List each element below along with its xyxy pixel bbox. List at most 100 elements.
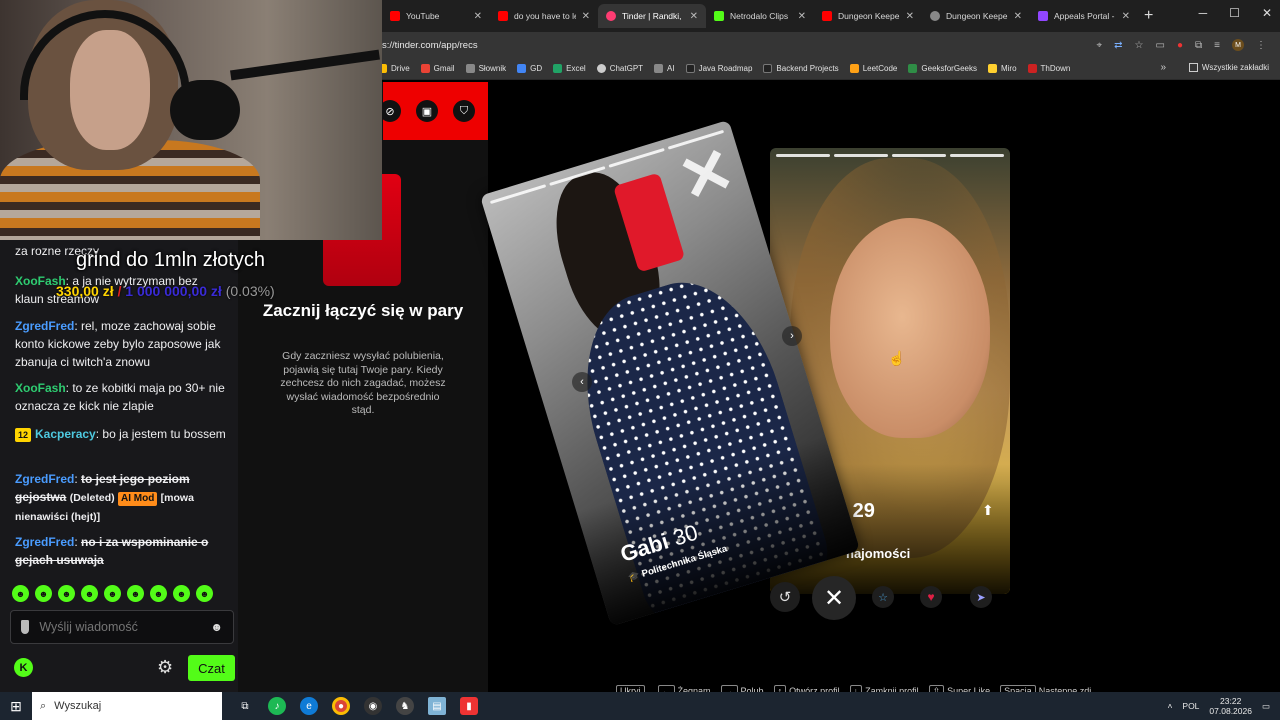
close-icon[interactable]: ✕ [582,11,590,22]
stream-goal-progress: 330,00 zł / 1 000 000,00 zł (0.03%) [56,283,275,299]
youtube-icon [498,11,508,21]
mic-arm [230,49,380,81]
folder-icon [654,64,664,73]
bookmark-drive[interactable]: Drive [378,64,410,73]
super-like-button[interactable]: ☆ [872,586,894,608]
tab-tinder[interactable]: Tinder | Randki, p ✕ [598,4,706,28]
tab-youtube-video[interactable]: do you have to le ✕ [490,4,598,28]
boost-button[interactable]: ➤ [970,586,992,608]
roadmap-icon [685,64,695,73]
gear-icon[interactable]: ⚙ [157,657,173,678]
url-field[interactable]: s://tinder.com/app/recs [382,40,1097,51]
media-icon[interactable]: ≡ [1214,40,1220,51]
kick-emote-icon[interactable]: ☻ [104,585,121,602]
windows-start-icon[interactable]: ⊞ [0,692,32,720]
obs-icon[interactable]: ◉ [364,697,382,715]
send-chat-button[interactable]: Czat [188,655,235,681]
briefcase-icon[interactable]: ▣ [416,100,438,122]
cast-icon[interactable]: ▭ [1156,40,1165,51]
bookmark-backend-projects[interactable]: Backend Projects [763,64,839,73]
chevron-left-icon[interactable]: ‹ [572,372,592,392]
kick-emote-icon[interactable]: ☻ [35,585,52,602]
card-photo-face [830,218,990,438]
bookmark-thdown[interactable]: ThDown [1027,64,1070,73]
notepad-icon[interactable]: ▤ [428,697,446,715]
rewind-button[interactable]: ↺ [770,582,800,612]
profile-avatar[interactable]: M [1232,39,1244,51]
empty-matches-description: Gdy zaczniesz wysyłać polubienia, pojawi… [280,350,446,416]
language-indicator[interactable]: POL [1182,701,1199,711]
close-window-icon[interactable]: ✕ [1262,6,1272,20]
emoji-icon[interactable]: ☻ [210,620,223,634]
windows-taskbar: ⊞ ⌕ Wyszukaj ⧉ ♪ e ● ◉ ♞ ▤ ▮ ˄ POL 23:22 … [0,692,1280,720]
minimize-icon[interactable]: ─ [1199,6,1208,20]
menu-icon[interactable]: ⋮ [1256,40,1266,51]
chat-message-input[interactable] [39,620,201,634]
bookmark-slownik[interactable]: Słownik [465,64,506,73]
bookmark-gmail[interactable]: Gmail [420,64,455,73]
app-red-icon[interactable]: ▮ [460,697,478,715]
maximize-icon[interactable]: ☐ [1229,6,1240,20]
ai-mod-badge: AI Mod [117,492,158,506]
nope-button[interactable]: ✕ [812,576,856,620]
location-icon[interactable]: ⌖ [1097,40,1103,51]
like-button[interactable]: ♥ [920,586,942,608]
explore-icon[interactable]: ⊘ [379,100,401,122]
bookmark-gd[interactable]: GD [517,64,542,73]
system-tray: ˄ POL 23:22 07.08.2026 ▭ [1167,692,1270,720]
miro-icon [987,64,997,73]
close-icon[interactable]: ✕ [906,11,914,22]
kick-emote-icon[interactable]: ☻ [127,585,144,602]
app-icon[interactable]: ♞ [396,697,414,715]
kick-emote-icon[interactable]: ☻ [173,585,190,602]
close-icon[interactable]: ✕ [474,11,482,22]
translate-icon[interactable]: ⇄ [1114,40,1122,51]
tab-dungeon-keeper[interactable]: Dungeon Keeper ✕ [922,4,1030,28]
kick-emote-icon[interactable]: ☻ [150,585,167,602]
kick-emote-icon[interactable]: ☻ [196,585,213,602]
close-icon[interactable]: ✕ [1122,11,1130,22]
spotify-icon[interactable]: ♪ [268,697,286,715]
kick-emote-icon[interactable]: ☻ [81,585,98,602]
chevron-right-icon[interactable]: › [782,326,802,346]
close-icon[interactable]: ✕ [1014,11,1022,22]
shield-icon[interactable] [21,620,30,634]
bookmark-leetcode[interactable]: LeetCode [849,64,897,73]
tab-youtube[interactable]: YouTube ✕ [382,4,490,28]
bookmark-ai[interactable]: AI [654,64,675,73]
tinder-header: ⊘ ▣ ⛉ [379,82,488,140]
notification-icon[interactable]: ▭ [1262,701,1270,712]
taskbar-search[interactable]: ⌕ Wyszukaj [32,692,222,720]
chevron-right-icon[interactable]: » [1160,62,1166,73]
close-icon[interactable]: ✕ [690,11,698,22]
kick-emote-icon[interactable]: ☻ [12,585,29,602]
kick-emote-icon[interactable]: ☻ [58,585,75,602]
edge-icon[interactable]: e [300,697,318,715]
roadmap-icon [763,64,773,73]
tab-dungeon-keeper-yt[interactable]: Dungeon Keeper ✕ [814,4,922,28]
chrome-icon[interactable]: ● [332,697,350,715]
empty-matches-title: Zacznij łączyć się w pary [262,301,464,320]
tray-chevron-icon[interactable]: ˄ [1167,701,1172,711]
bookmark-java-roadmap[interactable]: Java Roadmap [685,64,752,73]
bookmark-star-icon[interactable]: ☆ [1135,40,1144,51]
all-bookmarks[interactable]: Wszystkie zakładki [1188,63,1269,72]
chatgpt-icon [596,64,606,73]
star-icon: ☆ [878,591,888,604]
shield-icon[interactable]: ⛉ [453,100,475,122]
arrow-up-icon[interactable]: ⬆ [982,502,994,519]
photo-progress [776,154,1004,157]
bookmark-geeksforgeeks[interactable]: GeeksforGeeks [908,64,977,73]
tab-appeals-portal[interactable]: Appeals Portal - ✕ [1030,4,1138,28]
extensions-icon[interactable]: ⧉ [1195,40,1202,51]
task-view-icon[interactable]: ⧉ [236,697,254,715]
bookmark-excel[interactable]: Excel [553,64,586,73]
tab-kick-clips[interactable]: Netrodalo Clips ✕ [706,4,814,28]
bookmark-chatgpt[interactable]: ChatGPT [596,64,643,73]
extension-badge-icon[interactable]: ● [1177,40,1183,51]
bookmark-miro[interactable]: Miro [987,64,1017,73]
new-tab-button[interactable]: + [1144,7,1153,25]
subscriber-badge: 12 [15,428,32,442]
clock[interactable]: 23:22 07.08.2026 [1209,696,1252,716]
close-icon[interactable]: ✕ [798,11,806,22]
